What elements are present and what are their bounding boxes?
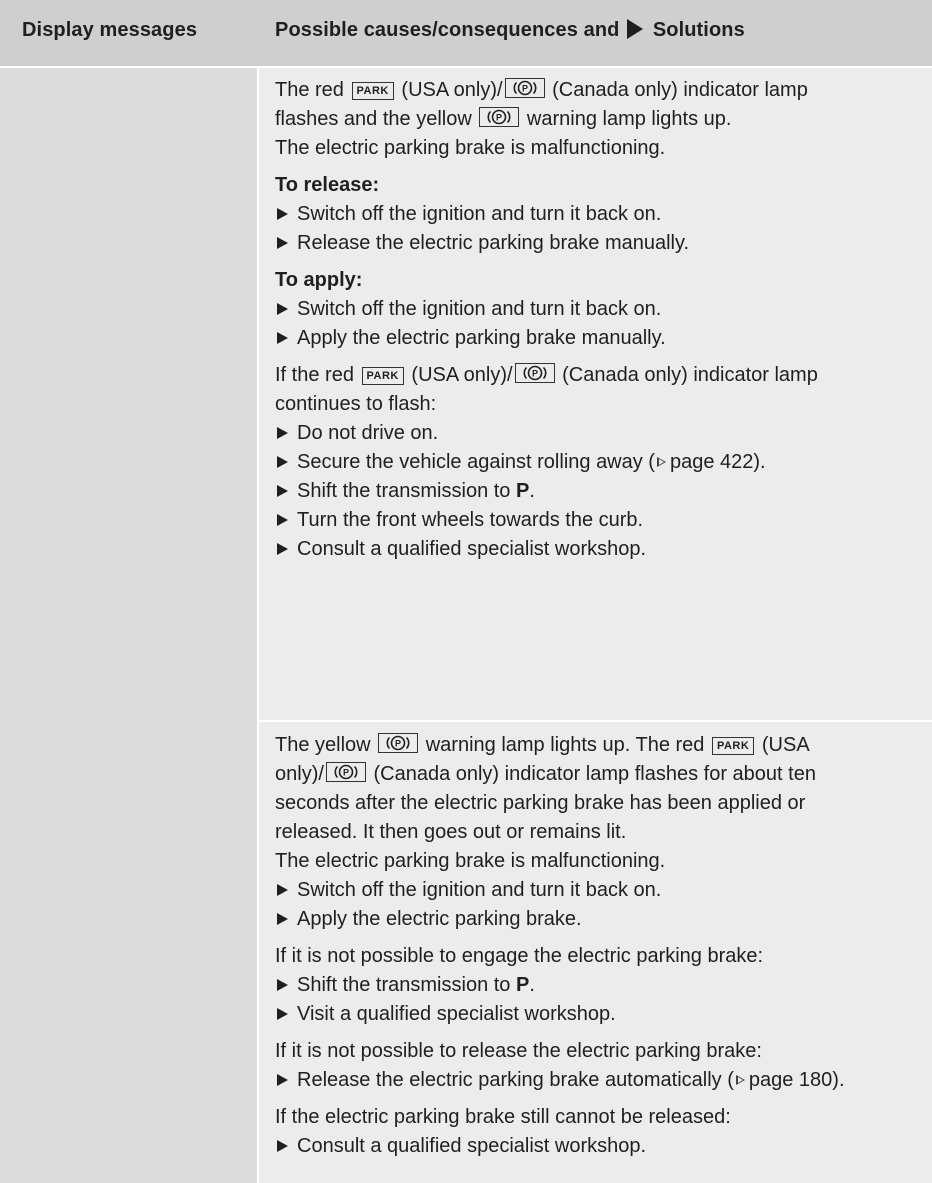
step-shift-transmission: Shift the transmission to P.: [275, 477, 930, 506]
step-do-not-drive: Do not drive on.: [275, 419, 930, 448]
release-step: Release the electric parking brake manua…: [275, 229, 930, 258]
svg-text:P: P: [395, 739, 401, 749]
svg-text:P: P: [496, 113, 502, 123]
lamp-description-line-1: The yellow P warning lamp lights up. The…: [275, 733, 810, 756]
step-apply-brake: Apply the electric parking brake.: [275, 905, 930, 934]
to-release-heading: To release:: [275, 174, 380, 196]
parking-brake-p-icon: P: [325, 762, 366, 782]
page-reference-link[interactable]: page 180).: [749, 1069, 845, 1091]
lamp-description-line-3: seconds after the electric parking brake…: [275, 792, 806, 814]
svg-text:P: P: [522, 84, 528, 94]
apply-step: Apply the electric parking brake manuall…: [275, 324, 930, 353]
park-indicator-icon: PARK: [351, 82, 394, 100]
parking-brake-p-icon: P: [504, 78, 545, 98]
continues-flash-line-2: continues to flash:: [275, 393, 437, 415]
step-restart-ignition: Switch off the ignition and turn it back…: [275, 876, 930, 905]
step-shift-transmission: Shift the transmission to P.: [275, 971, 930, 1000]
step-visit-workshop: Visit a qualified specialist workshop.: [275, 1000, 930, 1029]
still-cannot-release: If the electric parking brake still cann…: [275, 1106, 731, 1128]
step-consult-workshop: Consult a qualified specialist workshop.: [275, 1132, 930, 1161]
release-step: Switch off the ignition and turn it back…: [275, 200, 930, 229]
lamp-description-line-1: The red PARK (USA only)/P (Canada only) …: [275, 78, 808, 101]
page-reference-link[interactable]: page 422).: [670, 451, 766, 473]
step-secure-vehicle: Secure the vehicle against rolling away …: [275, 448, 930, 477]
svg-text:P: P: [343, 768, 349, 778]
step-turn-wheels: Turn the front wheels towards the curb.: [275, 506, 930, 535]
section-malfunction-1: The red PARK (USA only)/P (Canada only) …: [275, 76, 930, 564]
row-separator: [259, 720, 932, 722]
malfunction-text: The electric parking brake is malfunctio…: [275, 850, 666, 872]
display-message-column: [0, 68, 257, 1183]
lamp-description-line-2: flashes and the yellow P warning lamp li…: [275, 107, 732, 130]
malfunction-text: The electric parking brake is malfunctio…: [275, 137, 666, 159]
continues-flash-line-1: If the red PARK (USA only)/P (Canada onl…: [275, 363, 818, 386]
parking-brake-p-icon: P: [378, 733, 419, 753]
solution-arrow-icon: [627, 19, 644, 39]
step-consult-workshop: Consult a qualified specialist workshop.: [275, 535, 930, 564]
table-header-row: Display messages Possible causes/consequ…: [0, 0, 932, 66]
parking-brake-p-icon: P: [514, 363, 555, 383]
park-indicator-icon: PARK: [711, 737, 755, 755]
svg-text:P: P: [532, 369, 538, 379]
park-indicator-icon: PARK: [361, 367, 404, 385]
section-malfunction-2: The yellow P warning lamp lights up. The…: [275, 731, 930, 1161]
lamp-description-line-4: released. It then goes out or remains li…: [275, 821, 627, 843]
page-reference-icon: [656, 457, 666, 467]
to-apply-heading: To apply:: [275, 269, 363, 291]
header-display-messages: Display messages: [22, 19, 198, 41]
release-condition: If it is not possible to release the ele…: [275, 1040, 762, 1062]
parking-brake-p-icon: P: [479, 107, 520, 127]
engage-condition: If it is not possible to engage the elec…: [275, 945, 764, 967]
page-reference-icon: [735, 1075, 745, 1085]
step-release-automatically: Release the electric parking brake autom…: [275, 1066, 930, 1095]
lamp-description-line-2: only)/P (Canada only) indicator lamp fla…: [275, 762, 816, 785]
apply-step: Switch off the ignition and turn it back…: [275, 295, 930, 324]
header-causes-text: Possible causes/consequences and: [275, 19, 620, 41]
header-solutions-text: Solutions: [652, 19, 745, 41]
header-causes-solutions: Possible causes/consequences and Solutio…: [275, 19, 745, 42]
manual-table: Display messages Possible causes/consequ…: [0, 0, 932, 1183]
